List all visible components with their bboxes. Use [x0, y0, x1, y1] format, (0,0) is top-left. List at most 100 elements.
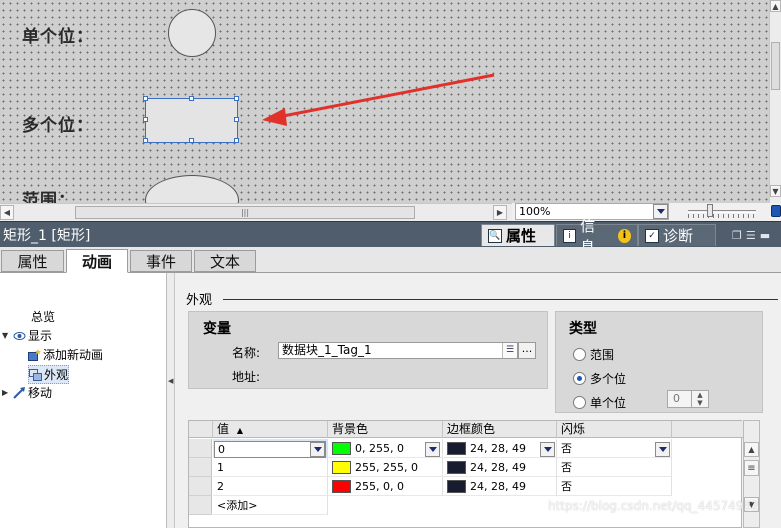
table-cell-border-color[interactable]: 24, 28, 49 — [443, 477, 557, 496]
properties-icon: 🔍 — [488, 228, 502, 243]
row-header[interactable] — [189, 477, 212, 496]
subtab-properties[interactable]: 属性 — [1, 250, 64, 272]
stepper-buttons[interactable]: ▲ ▼ — [691, 391, 708, 407]
scroll-right-button[interactable]: ▶ — [493, 205, 507, 220]
tab-diagnostics[interactable]: ✓ 诊断 — [638, 224, 716, 246]
table-cell-background[interactable]: 255, 255, 0 — [328, 458, 443, 477]
diagnostics-icon: ✓ — [645, 228, 659, 243]
tree-item-overview[interactable]: 总览 — [31, 308, 55, 325]
row-header[interactable] — [189, 439, 212, 458]
column-header-background[interactable]: 背景色 — [328, 421, 443, 438]
menu-icon[interactable]: ☰ — [746, 229, 760, 242]
scrollbar-thumb[interactable]: ≡ — [744, 460, 759, 476]
cell-text: 24, 28, 49 — [470, 442, 526, 455]
subtab-events[interactable]: 事件 — [130, 250, 192, 272]
tab-info[interactable]: i 信息 i — [556, 217, 638, 256]
info-tab-icon: i — [563, 228, 577, 243]
radio-button[interactable] — [573, 396, 586, 409]
expanded-arrow-icon[interactable]: ▼ — [2, 331, 11, 340]
color-swatch — [332, 479, 351, 493]
column-header-blink[interactable]: 闪烁 — [557, 421, 672, 438]
color-swatch — [332, 441, 351, 455]
stepper-up-icon[interactable]: ▲ — [692, 391, 708, 399]
radio-button-selected[interactable] — [573, 372, 586, 385]
cell-text: 255, 0, 0 — [355, 480, 404, 493]
column-header-border-color[interactable]: 边框颜色 — [443, 421, 557, 438]
table-cell-border-color[interactable]: 24, 28, 49 — [443, 458, 557, 477]
tree-item-label: 显示 — [28, 329, 53, 343]
variable-group-title: 变量 — [203, 321, 231, 337]
tab-properties-label: 属性 — [506, 227, 537, 245]
canvas-horizontal-scrollbar[interactable]: ◀ ||| ▶ — [0, 203, 512, 220]
minimize-icon[interactable]: ▬ — [760, 229, 774, 242]
tree-item-move[interactable]: ▶ 移动 — [2, 384, 52, 401]
zoom-slider[interactable] — [688, 210, 756, 213]
color-swatch — [447, 460, 466, 474]
type-group-title: 类型 — [569, 321, 597, 337]
table-cell-background[interactable]: 255, 0, 0 — [328, 477, 443, 496]
row-header[interactable] — [189, 458, 212, 477]
move-icon — [13, 386, 25, 399]
hmi-canvas[interactable]: 单个位： 多个位： 范围： — [0, 0, 769, 203]
tag-name-field[interactable]: 数据块_1_Tag_1 — [278, 342, 518, 359]
value-dropdown-button[interactable] — [310, 442, 325, 457]
tab-properties[interactable]: 🔍 属性 — [481, 224, 555, 246]
window-controls[interactable]: ❐☰▬ — [732, 229, 774, 242]
panel-splitter[interactable]: ◀ — [167, 273, 175, 528]
table-cell-blink[interactable]: 否 — [557, 477, 672, 496]
column-header-value[interactable]: 值 ▲ — [213, 421, 328, 438]
subtab-text[interactable]: 文本 — [194, 250, 256, 272]
info-warning-icon: i — [618, 228, 631, 243]
type-option-label: 范围 — [590, 348, 615, 362]
type-option-multi-bit[interactable]: 多个位 — [573, 370, 626, 387]
cell-text: 0, 255, 0 — [355, 442, 404, 455]
collapse-left-icon[interactable]: ◀ — [168, 377, 173, 385]
radio-button[interactable] — [573, 348, 586, 361]
scroll-down-button[interactable]: ▼ — [770, 185, 781, 197]
canvas-vertical-scrollbar[interactable]: ▲ ▼ — [769, 0, 781, 203]
scrollbar-thumb[interactable] — [771, 42, 780, 90]
tree-item-add-animation[interactable]: 添加新动画 — [28, 346, 103, 363]
watermark-text: https://blog.csdn.net/qq_44574932 — [548, 499, 759, 513]
zoom-dropdown-button[interactable] — [653, 204, 668, 219]
color-swatch — [332, 460, 351, 474]
table-cell-value[interactable]: 2 — [213, 477, 328, 496]
row-header-corner — [189, 421, 213, 438]
row-header — [189, 496, 212, 515]
border-color-dropdown[interactable] — [540, 442, 555, 457]
section-title: 外观 — [186, 293, 213, 308]
table-cell-blink[interactable]: 否 — [557, 458, 672, 477]
fit-view-icon[interactable] — [771, 205, 781, 217]
background-color-dropdown[interactable] — [425, 442, 440, 457]
add-row-cell[interactable]: <添加> — [213, 496, 328, 515]
type-option-single-bit[interactable]: 单个位 — [573, 394, 626, 411]
type-option-range[interactable]: 范围 — [573, 346, 614, 363]
table-cell-value[interactable]: 1 — [213, 458, 328, 477]
cell-text: 255, 255, 0 — [355, 461, 418, 474]
color-swatch — [447, 479, 466, 493]
browse-tag-button[interactable]: ... — [518, 342, 536, 359]
tree-item-display[interactable]: ▼ 显示 — [2, 327, 52, 344]
subtab-animation[interactable]: 动画 — [66, 249, 128, 273]
type-option-label: 多个位 — [590, 372, 627, 386]
animation-tree: 总览 ▼ 显示 添加新动画 外观 ▶ 移动 — [0, 273, 167, 528]
appearance-icon — [29, 368, 42, 381]
tree-item-appearance[interactable]: 外观 — [28, 365, 70, 384]
blink-dropdown[interactable] — [655, 442, 670, 457]
scrollbar-thumb[interactable]: ||| — [75, 206, 415, 219]
type-group: 类型 范围 多个位 单个位 — [555, 311, 763, 413]
tag-list-icon[interactable]: ☰ — [502, 343, 517, 358]
section-divider — [223, 299, 778, 300]
tree-item-label: 总览 — [31, 310, 56, 324]
collapsed-arrow-icon[interactable]: ▶ — [2, 388, 11, 397]
scroll-up-button[interactable]: ▲ — [744, 442, 759, 457]
annotation-arrow — [262, 73, 495, 126]
stepper-down-icon[interactable]: ▼ — [692, 399, 708, 407]
scroll-up-button[interactable]: ▲ — [770, 0, 781, 12]
display-eye-icon — [13, 331, 26, 340]
zoom-slider-thumb[interactable] — [707, 204, 713, 217]
scroll-left-button[interactable]: ◀ — [0, 205, 14, 220]
restore-window-icon[interactable]: ❐ — [732, 229, 746, 242]
address-label: 地址: — [232, 370, 261, 384]
inspector-title: 矩形_1 [矩形] — [3, 228, 91, 244]
